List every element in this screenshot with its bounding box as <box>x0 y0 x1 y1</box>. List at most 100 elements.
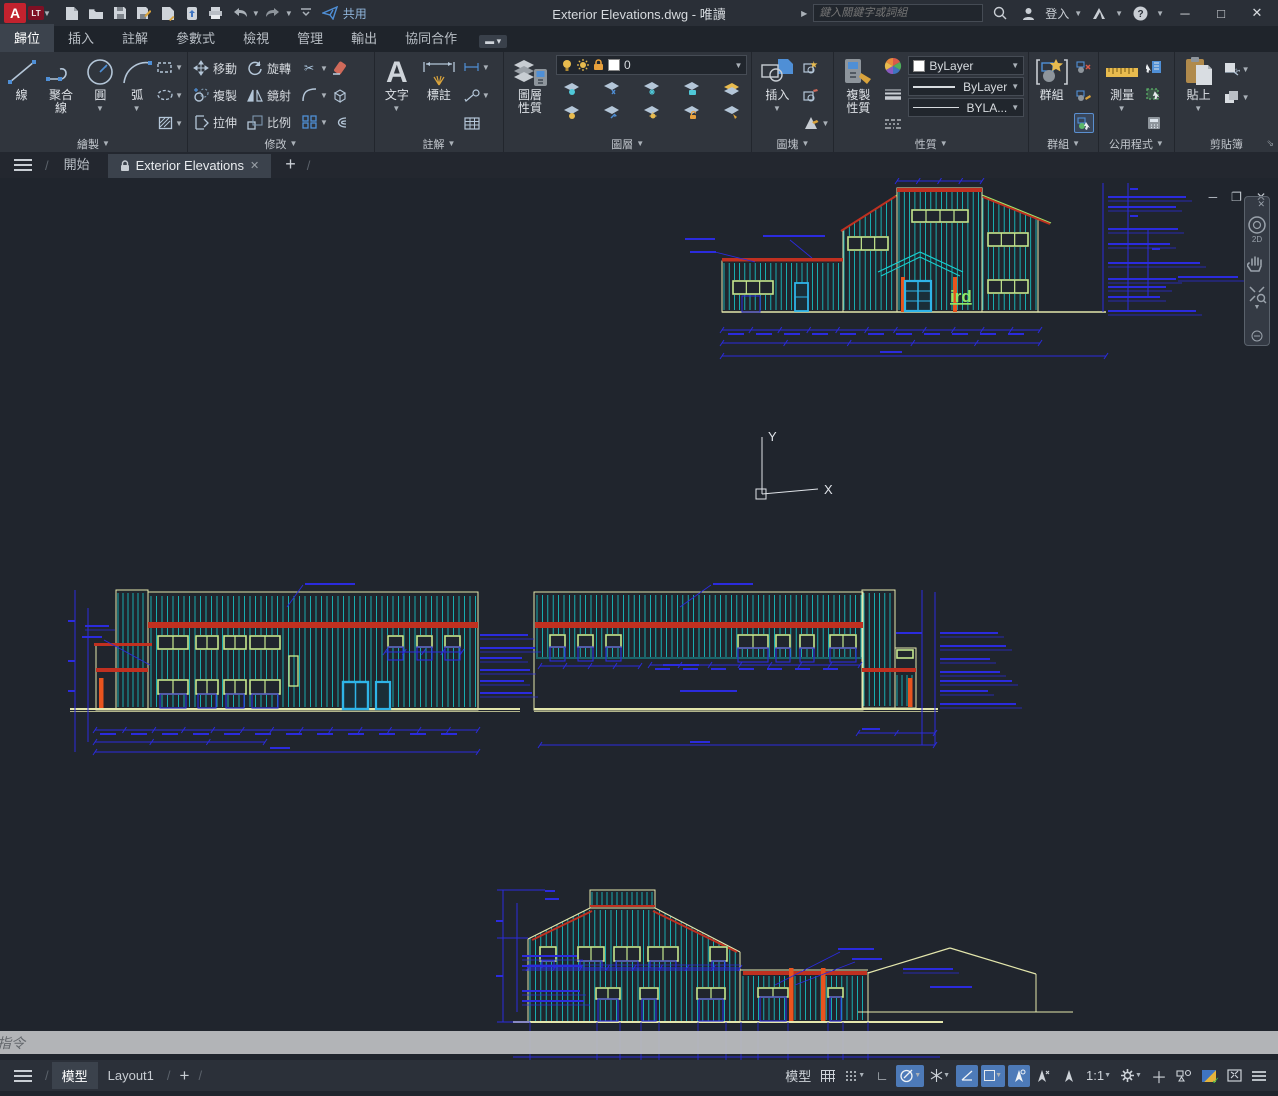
layer-match-icon[interactable] <box>722 103 740 121</box>
help-icon[interactable]: ? <box>1129 3 1151 23</box>
insert-block-button[interactable]: 插入▼ <box>756 55 798 135</box>
panel-label-clipboard[interactable]: 剪貼簿 <box>1175 135 1278 152</box>
leader-icon[interactable] <box>463 86 481 104</box>
panel-label-layers[interactable]: 圖層▼ <box>504 135 751 152</box>
snap-toggle[interactable]: ▼ <box>842 1065 868 1087</box>
share-icon[interactable] <box>319 3 341 23</box>
command-line[interactable]: 指令 <box>0 1031 1278 1054</box>
cut-icon[interactable]: ✂ <box>1223 60 1241 78</box>
workspace-gear-icon[interactable]: ▼ <box>1117 1065 1145 1087</box>
panel-label-annotate[interactable]: 註解▼ <box>375 135 503 152</box>
isometric-drafting-toggle[interactable]: ▼ <box>927 1065 953 1087</box>
ungroup-icon[interactable] <box>1074 58 1092 76</box>
redo-caret[interactable]: ▼ <box>285 9 293 18</box>
search-icon[interactable] <box>989 3 1011 23</box>
panel-label-groups[interactable]: 群組▼ <box>1029 135 1098 152</box>
mobile-upload-icon[interactable] <box>181 3 203 23</box>
app-logo[interactable]: A <box>4 3 26 23</box>
layer-select-combo[interactable]: 0 ▼ <box>556 55 747 75</box>
rotate-icon[interactable] <box>246 59 264 77</box>
object-snap-toggle[interactable]: ▼ <box>981 1065 1005 1087</box>
new-tab-button[interactable]: + <box>277 154 304 178</box>
annotation-autoscale-toggle[interactable] <box>1033 1065 1055 1087</box>
graphics-performance-toggle[interactable] <box>1198 1065 1220 1087</box>
offset-icon[interactable] <box>331 113 349 131</box>
rectangle-icon[interactable] <box>156 58 174 76</box>
move-icon[interactable] <box>192 59 210 77</box>
drawing-restore-icon[interactable]: ❐ <box>1231 190 1242 204</box>
file-tab-drawing[interactable]: Exterior Elevations ✕ <box>108 154 272 178</box>
polyline-button[interactable]: 聚合線 <box>43 55 78 135</box>
panel-label-modify[interactable]: 修改▼ <box>188 135 374 152</box>
object-snap-tracking-toggle[interactable] <box>956 1065 978 1087</box>
ribbon-display-toggle[interactable]: ▬ ▾ <box>479 35 507 48</box>
measure-button[interactable]: 測量▼ <box>1103 55 1141 135</box>
linetype-icon[interactable] <box>884 115 902 133</box>
signin-caret[interactable]: ▼ <box>1074 9 1082 18</box>
trim-icon[interactable]: ✂ <box>300 59 318 77</box>
autodesk-app-icon[interactable] <box>1088 3 1110 23</box>
plot-icon[interactable] <box>157 3 179 23</box>
layer-on-icon[interactable] <box>563 103 581 121</box>
ribbon-tab-parametric[interactable]: 參數式 <box>162 24 229 52</box>
linetype-combo[interactable]: BYLA...▼ <box>908 98 1024 117</box>
navigation-wheel-icon[interactable]: 2D <box>1247 212 1267 246</box>
maximize-button[interactable]: □ <box>1206 2 1236 24</box>
zoom-extents-icon[interactable]: ▼ <box>1247 280 1267 314</box>
save-as-icon[interactable] <box>133 3 155 23</box>
circle-button[interactable]: 圓▼ <box>83 55 118 135</box>
customization-menu-icon[interactable] <box>1248 1065 1270 1087</box>
layer-thaw-icon[interactable] <box>643 103 661 121</box>
search-input[interactable] <box>813 4 983 22</box>
mirror-icon[interactable] <box>246 86 264 104</box>
qat-customize-icon[interactable] <box>295 3 317 23</box>
ribbon-tab-view[interactable]: 檢視 <box>229 24 283 52</box>
quick-calc-icon[interactable] <box>1145 114 1163 132</box>
app-menu-caret[interactable]: ▼ <box>43 9 51 18</box>
navbar-close-icon[interactable]: ✕ <box>1257 199 1265 210</box>
annotation-visibility-toggle[interactable] <box>1008 1065 1030 1087</box>
ellipse-icon[interactable] <box>156 86 174 104</box>
crosshair-toggle[interactable]: ＋ <box>1148 1065 1170 1087</box>
help-caret[interactable]: ▼ <box>1156 9 1164 18</box>
ribbon-tab-annotate[interactable]: 註解 <box>108 24 162 52</box>
redo-icon[interactable] <box>262 3 284 23</box>
panel-label-block[interactable]: 圖塊▼ <box>752 135 833 152</box>
panel-label-utilities[interactable]: 公用程式▼ <box>1099 135 1174 152</box>
autodesk-app-caret[interactable]: ▼ <box>1115 9 1123 18</box>
lineweight-icon[interactable] <box>884 86 902 104</box>
print-icon[interactable] <box>205 3 227 23</box>
open-file-icon[interactable] <box>85 3 107 23</box>
model-space-toggle[interactable]: 模型 <box>782 1065 814 1087</box>
new-file-icon[interactable] <box>61 3 83 23</box>
quick-select-icon[interactable] <box>1145 58 1163 76</box>
save-icon[interactable] <box>109 3 131 23</box>
line-button[interactable]: 線 <box>4 55 39 135</box>
erase-icon[interactable] <box>331 59 349 77</box>
match-properties-button[interactable]: 複製性質 <box>838 55 878 135</box>
grid-toggle[interactable] <box>817 1065 839 1087</box>
fillet-icon[interactable] <box>300 86 318 104</box>
new-layout-button[interactable]: + <box>174 1066 196 1086</box>
copy-icon[interactable] <box>192 86 210 104</box>
layer-properties-button[interactable]: 圖層性質 <box>508 55 552 135</box>
pan-hand-icon[interactable] <box>1247 246 1267 280</box>
ribbon-tab-collaborate[interactable]: 協同合作 <box>391 24 471 52</box>
clean-screen-toggle[interactable] <box>1223 1065 1245 1087</box>
layer-off-icon[interactable] <box>563 79 581 97</box>
close-button[interactable]: ✕ <box>1242 2 1272 24</box>
object-color-combo[interactable]: ByLayer▼ <box>908 56 1024 75</box>
group-button[interactable]: 群組 <box>1033 55 1070 135</box>
file-tabs-menu-icon[interactable] <box>14 159 32 171</box>
signin-label[interactable]: 登入 <box>1045 5 1069 22</box>
linear-dim-icon[interactable] <box>463 58 481 76</box>
ribbon-tab-insert[interactable]: 插入 <box>54 24 108 52</box>
group-selection-toggle-icon[interactable] <box>1075 114 1093 132</box>
text-button[interactable]: A 文字▼ <box>379 55 415 135</box>
isolate-objects-toggle[interactable] <box>1173 1065 1195 1087</box>
drawing-minimize-icon[interactable]: ─ <box>1209 190 1218 204</box>
group-edit-icon[interactable] <box>1074 86 1092 104</box>
layer-freeze-icon[interactable] <box>643 79 661 97</box>
select-objects-icon[interactable] <box>1145 86 1163 104</box>
layer-unlock-icon[interactable] <box>683 103 701 121</box>
